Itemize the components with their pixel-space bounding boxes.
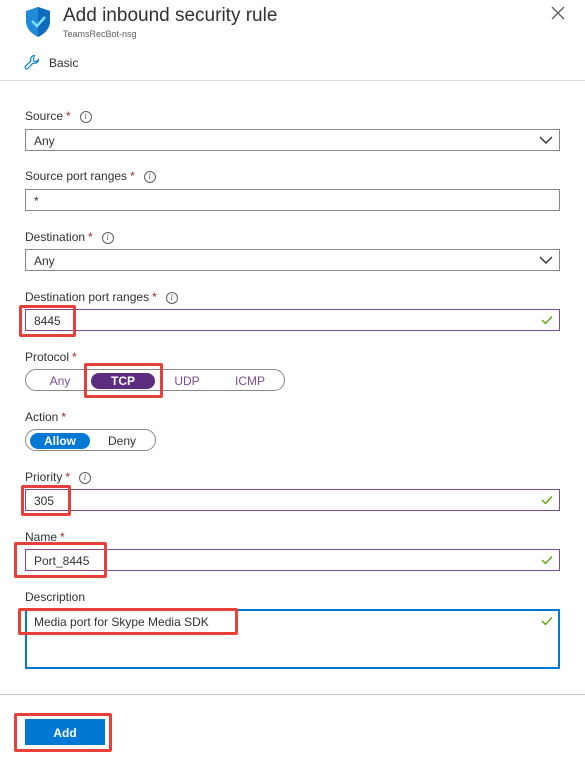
source-dropdown[interactable]: Any [25,129,560,151]
source-label: Source * i [25,109,92,123]
wrench-icon [24,54,40,70]
info-icon[interactable]: i [165,292,178,304]
info-icon[interactable]: i [79,111,92,123]
protocol-toggle: Any TCP UDP ICMP [25,369,285,391]
destination-port-ranges-label: Destination port ranges * i [25,290,178,304]
destination-port-ranges-input[interactable]: 8445 [25,309,560,331]
footer-divider [0,694,585,695]
basic-mode-link[interactable]: Basic [49,56,78,70]
checkmark-icon [541,556,553,565]
description-label: Description [25,590,86,604]
checkmark-icon [541,617,553,626]
source-port-ranges-input[interactable]: * [25,189,560,211]
protocol-option-udp[interactable]: UDP [158,373,216,389]
checkmark-icon [541,316,553,325]
chevron-down-icon [539,136,553,144]
add-button[interactable]: Add [25,719,105,745]
action-option-deny[interactable]: Deny [93,433,151,449]
close-icon[interactable] [549,4,567,22]
action-option-allow[interactable]: Allow [30,433,90,449]
description-textarea[interactable]: Media port for Skype Media SDK [25,609,560,669]
destination-label: Destination * i [25,230,114,244]
protocol-option-any[interactable]: Any [32,373,88,389]
action-label: Action * [25,410,67,424]
name-label: Name * [25,530,65,544]
priority-input[interactable]: 305 [25,489,560,511]
action-toggle: Allow Deny [25,429,156,451]
resource-name: TeamsRecBot-nsg [63,29,137,39]
source-port-ranges-label: Source port ranges * i [25,169,156,183]
checkmark-icon [541,496,553,505]
info-icon[interactable]: i [143,171,156,183]
name-input[interactable]: Port_8445 [25,549,560,571]
header-divider [0,80,585,81]
destination-dropdown[interactable]: Any [25,249,560,271]
info-icon[interactable]: i [79,472,92,484]
page-title: Add inbound security rule [63,5,278,26]
chevron-down-icon [539,256,553,264]
priority-label: Priority * i [25,470,92,484]
info-icon[interactable]: i [101,232,114,244]
protocol-option-tcp[interactable]: TCP [91,373,155,389]
protocol-label: Protocol * [25,350,77,364]
protocol-option-icmp[interactable]: ICMP [219,373,281,389]
shield-icon [26,7,50,37]
